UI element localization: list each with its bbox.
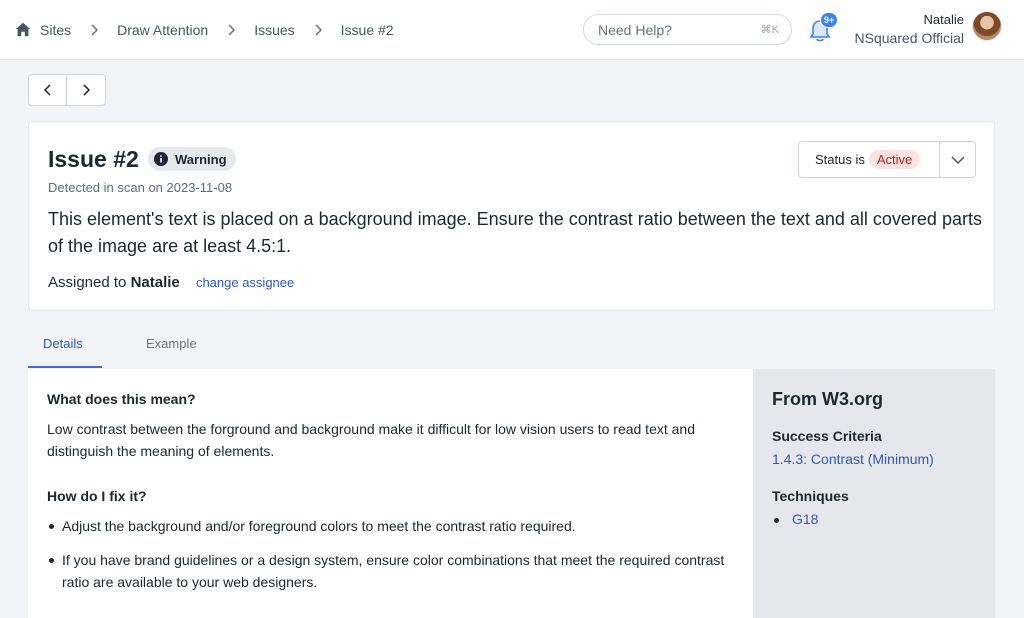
chevron-down-icon — [951, 155, 965, 164]
next-issue-button[interactable] — [67, 75, 105, 105]
page-title: Issue #2 — [48, 146, 139, 172]
question-meaning: What does this mean? — [47, 391, 196, 407]
breadcrumb-label: Issues — [254, 22, 295, 38]
user-info[interactable]: Natalie NSquared Official — [855, 12, 964, 48]
breadcrumb-current: Issue #2 — [341, 22, 394, 38]
breadcrumb: Sites Draw Attention Issues Issue #2 — [14, 0, 394, 60]
assignment: Assigned to Natalie change assignee — [48, 274, 294, 291]
help-search[interactable]: ⌘K — [583, 14, 792, 45]
breadcrumb-sites[interactable]: Sites — [14, 21, 71, 39]
info-icon — [154, 152, 168, 166]
chevron-right-icon — [83, 84, 91, 96]
change-assignee-link[interactable]: change assignee — [196, 275, 294, 290]
issue-pager — [28, 74, 106, 106]
top-bar: Sites Draw Attention Issues Issue #2 ⌘K … — [0, 0, 1024, 60]
notifications-button[interactable]: 9+ — [806, 12, 839, 44]
list-item: Adjust the background and/or foreground … — [47, 515, 737, 537]
notification-count-badge: 9+ — [820, 12, 839, 28]
technique-link[interactable]: G18 — [772, 511, 818, 527]
answer-meaning: Low contrast between the forground and b… — [47, 421, 695, 459]
chevron-right-icon — [91, 24, 99, 36]
list-item: If you have brand guidelines or a design… — [47, 549, 737, 593]
chevron-right-icon — [228, 24, 236, 36]
success-criteria-link[interactable]: 1.4.3: Contrast (Minimum) — [772, 451, 934, 467]
w3-title: From W3.org — [772, 389, 883, 409]
severity-badge: Warning — [148, 147, 236, 171]
avatar[interactable] — [972, 11, 1002, 41]
success-criteria-heading: Success Criteria — [772, 428, 882, 444]
active-tab-indicator — [28, 366, 102, 368]
breadcrumb-label: Sites — [40, 22, 72, 38]
issue-description: This element's text is placed on a backg… — [48, 209, 982, 256]
status-dropdown: Status is Active — [798, 141, 976, 178]
status-button[interactable]: Status is Active — [799, 142, 941, 177]
tab-details[interactable]: Details — [43, 336, 83, 351]
breadcrumb-label: Draw Attention — [117, 22, 209, 38]
home-icon — [15, 22, 31, 37]
help-input[interactable] — [598, 21, 748, 38]
status-label: Status is — [815, 152, 865, 167]
w3-panel: From W3.org Success Criteria 1.4.3: Cont… — [753, 369, 995, 618]
breadcrumb-label: Issue #2 — [340, 22, 394, 38]
techniques-heading: Techniques — [772, 488, 849, 504]
detected-date: Detected in scan on 2023-11-08 — [48, 180, 233, 195]
severity-label: Warning — [175, 151, 227, 167]
issue-card: Issue #2 Warning Detected in scan on 202… — [28, 121, 995, 311]
breadcrumb-issues[interactable]: Issues — [254, 22, 294, 38]
shortcut-hint: ⌘K — [760, 24, 779, 36]
breadcrumb-draw-attention[interactable]: Draw Attention — [117, 22, 208, 38]
tab-example[interactable]: Example — [146, 336, 197, 351]
question-fix: How do I fix it? — [47, 488, 147, 504]
chevron-left-icon — [43, 84, 51, 96]
assignee-name: Natalie — [130, 274, 180, 291]
status-menu-toggle[interactable] — [940, 142, 975, 177]
user-org: NSquared Official — [854, 30, 964, 46]
chevron-right-icon — [315, 24, 322, 36]
user-name: Natalie — [923, 12, 964, 27]
status-badge: Active — [868, 150, 921, 169]
previous-issue-button[interactable] — [29, 75, 68, 105]
assigned-prefix: Assigned to — [48, 274, 127, 291]
details-panel: What does this mean? Low contrast betwee… — [28, 369, 753, 618]
